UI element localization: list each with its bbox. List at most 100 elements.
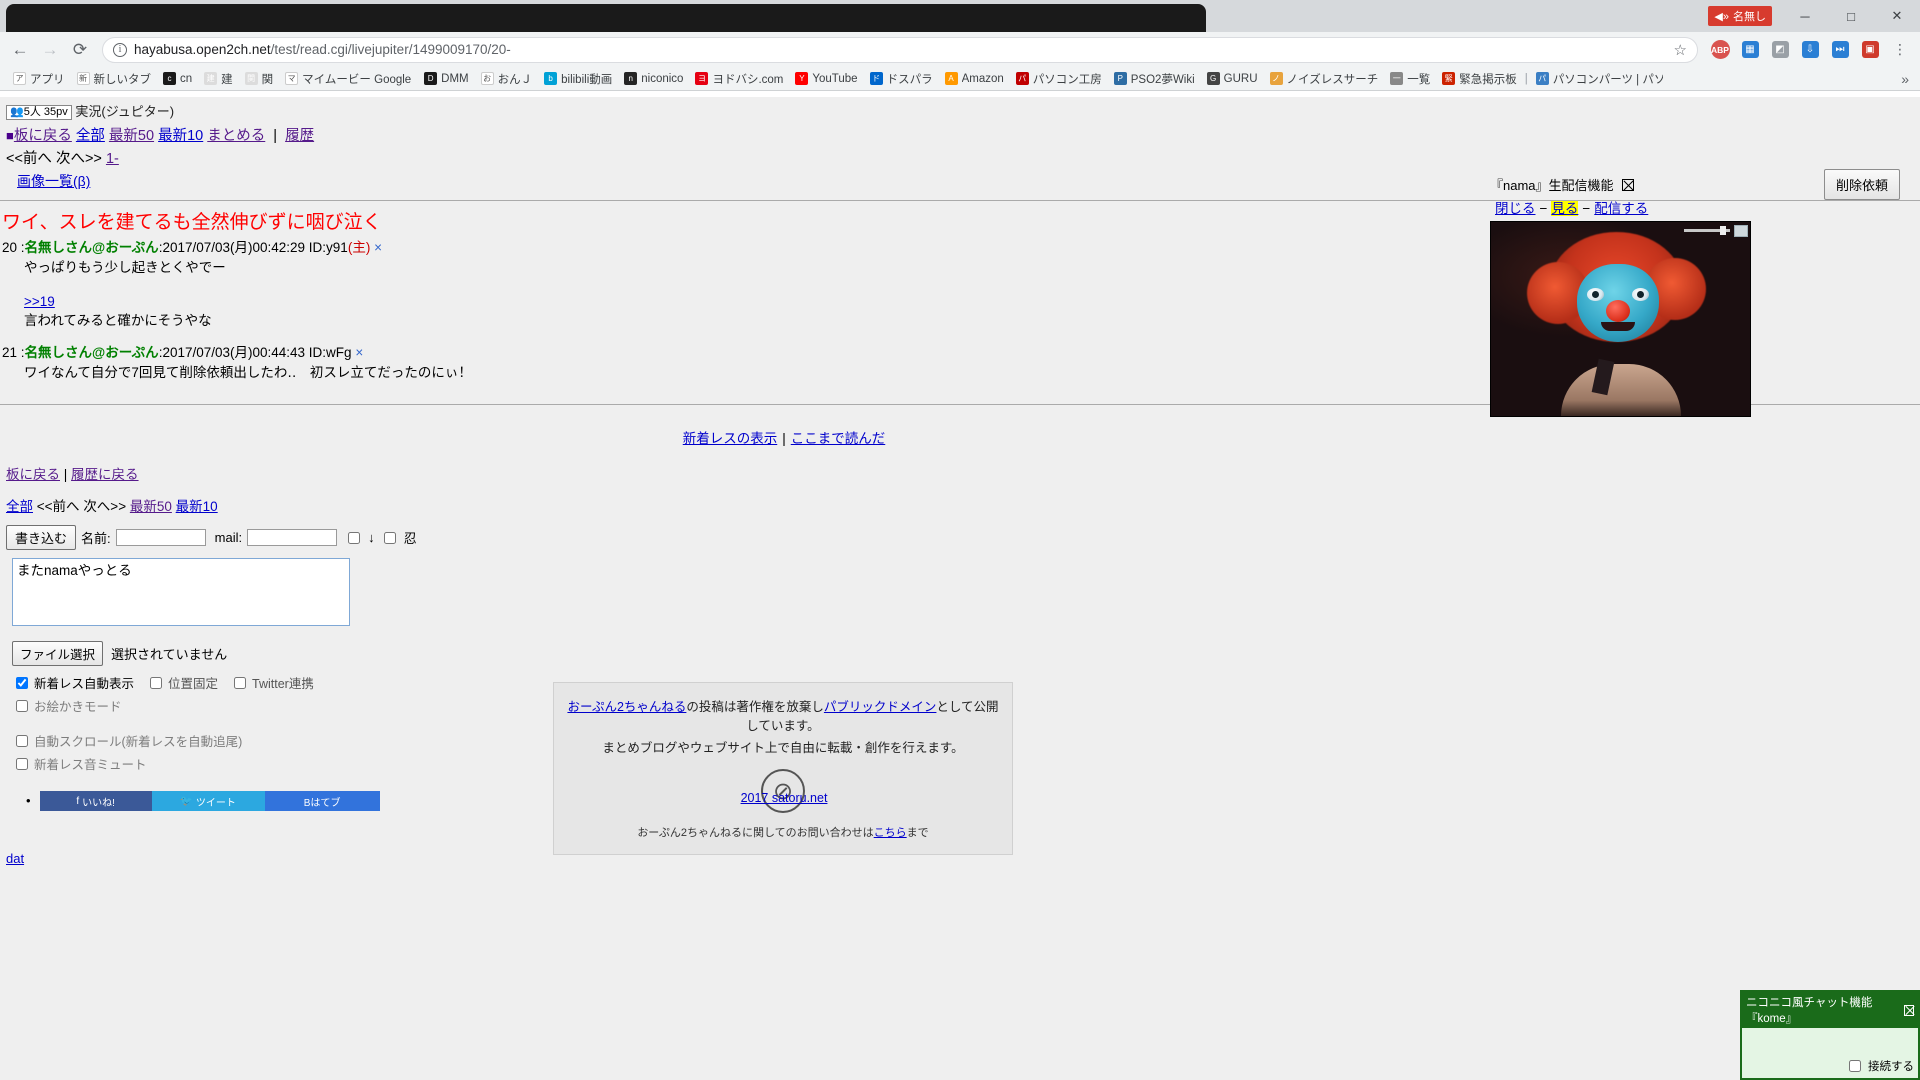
submit-post-button[interactable]: 書き込む bbox=[6, 525, 77, 551]
bookmark-item[interactable]: b bilibili動画 bbox=[538, 69, 618, 89]
minimize-button[interactable]: ─ bbox=[1782, 0, 1828, 32]
mute-checkbox[interactable] bbox=[16, 757, 28, 770]
close-window-button[interactable]: ✕ bbox=[1874, 0, 1920, 32]
bookmark-item[interactable]: A Amazon bbox=[939, 69, 1010, 89]
post-textarea[interactable] bbox=[12, 558, 350, 627]
guru-icon: G bbox=[1206, 72, 1220, 85]
bookmark-item[interactable]: 建建 bbox=[198, 69, 239, 89]
extension-forward-icon[interactable]: ⏭ bbox=[1826, 36, 1854, 64]
extension-blue-icon[interactable]: ▦ bbox=[1736, 36, 1764, 64]
bookmark-item[interactable]: アアプリ bbox=[7, 69, 71, 89]
delete-request-button[interactable]: 削除依頼 bbox=[1823, 169, 1900, 200]
close-box-icon[interactable] bbox=[1903, 1004, 1914, 1016]
nama-video-player[interactable] bbox=[1490, 221, 1751, 417]
link-history[interactable]: 履歴 bbox=[285, 128, 314, 144]
link-open2ch[interactable]: おーぷん2ちゃんねる bbox=[567, 700, 686, 714]
bookmark-item[interactable]: D DMM bbox=[418, 69, 474, 89]
bookmark-overflow-icon[interactable]: » bbox=[1897, 71, 1913, 87]
bookmark-item[interactable]: c cn bbox=[157, 69, 198, 89]
option-fix-position[interactable]: 位置固定 bbox=[146, 673, 218, 692]
draw-mode-label: お絵かきモード bbox=[34, 700, 122, 715]
back-icon[interactable]: ← bbox=[6, 36, 34, 64]
link-all-bottom[interactable]: 全部 bbox=[6, 499, 33, 514]
auto-show-checkbox[interactable] bbox=[16, 676, 28, 689]
link-show-new-posts[interactable]: 新着レスの表示 bbox=[683, 431, 778, 446]
nav-next[interactable]: 次へ>> bbox=[56, 151, 102, 167]
bookmark-item[interactable]: パパソコンパーツ | パソコン bbox=[1530, 69, 1669, 89]
bookmark-item[interactable]: 関関 bbox=[239, 69, 280, 89]
chrome-menu-icon[interactable]: ⋮ bbox=[1886, 36, 1914, 64]
bookmark-star-icon[interactable]: ☆ bbox=[1674, 41, 1687, 59]
bookmark-item[interactable]: 一一覧 bbox=[1384, 69, 1436, 89]
bottom-nav-row-1: 板に戻る | 履歴に戻る bbox=[0, 463, 1920, 483]
bookmark-item[interactable]: ノノイズレスサーチ bbox=[1264, 69, 1385, 89]
bookmark-item[interactable]: 新新しいタブ bbox=[71, 69, 158, 89]
abp-extension-icon[interactable]: ABP bbox=[1706, 36, 1734, 64]
nav-prev[interactable]: <<前へ bbox=[6, 151, 52, 167]
extension-badge[interactable]: ◀» 名無し bbox=[1708, 6, 1772, 26]
address-bar[interactable]: i hayabusa.open2ch.net/test/read.cgi/liv… bbox=[102, 36, 1698, 63]
bookmark-label: YouTube bbox=[812, 72, 858, 85]
volume-slider[interactable] bbox=[1684, 226, 1730, 235]
bookmark-item[interactable]: P PSO2夢Wiki bbox=[1108, 69, 1201, 89]
close-box-icon[interactable] bbox=[1622, 179, 1635, 191]
site-info-icon[interactable]: i bbox=[113, 42, 127, 57]
name-input[interactable] bbox=[115, 529, 206, 547]
nav-range[interactable]: 1- bbox=[106, 151, 119, 167]
link-satoru-net[interactable]: 2017 satoru.net bbox=[741, 791, 828, 805]
post-delete-icon[interactable]: × bbox=[355, 345, 363, 360]
extension-gray-icon[interactable]: ◩ bbox=[1766, 36, 1794, 64]
bookmark-item[interactable]: パパソコン工房 bbox=[1010, 69, 1108, 89]
nav-next-bottom[interactable]: 次へ>> bbox=[83, 499, 126, 514]
bookmark-item[interactable]: ヨヨドバシ.com bbox=[689, 69, 789, 89]
nama-link-close[interactable]: 閉じる bbox=[1495, 201, 1536, 216]
link-contact[interactable]: こちら bbox=[874, 827, 907, 839]
autoscroll-checkbox[interactable] bbox=[16, 734, 28, 747]
link-latest-10-bottom[interactable]: 最新10 bbox=[176, 499, 218, 514]
link-summarize[interactable]: まとめる bbox=[207, 128, 265, 144]
link-public-domain[interactable]: パブリックドメイン bbox=[824, 700, 937, 714]
clown-eye-right bbox=[1632, 288, 1649, 301]
option-auto-show[interactable]: 新着レス自動表示 bbox=[12, 673, 134, 692]
link-latest-50-bottom[interactable]: 最新50 bbox=[130, 499, 172, 514]
bookmark-label: 建 bbox=[221, 73, 233, 86]
link-back-to-board[interactable]: 板に戻る bbox=[14, 128, 72, 144]
nav-prev-bottom[interactable]: <<前へ bbox=[37, 499, 80, 514]
sage-checkbox[interactable] bbox=[348, 531, 361, 544]
mail-input[interactable] bbox=[247, 529, 338, 547]
link-latest-50[interactable]: 最新50 bbox=[109, 128, 154, 144]
bookmark-item[interactable]: n niconico bbox=[618, 69, 689, 89]
link-all[interactable]: 全部 bbox=[76, 128, 105, 144]
option-twitter-link[interactable]: Twitter連携 bbox=[230, 673, 314, 692]
twitter-link-checkbox[interactable] bbox=[234, 676, 247, 689]
reload-icon[interactable]: ⟳ bbox=[66, 36, 94, 64]
fix-position-checkbox[interactable] bbox=[150, 676, 163, 689]
down-arrow-icon: ↓ bbox=[368, 530, 375, 546]
post-delete-icon[interactable]: × bbox=[374, 240, 382, 255]
bookmark-item[interactable]: G GURU bbox=[1201, 69, 1264, 89]
file-select-button[interactable]: ファイル選択 bbox=[12, 641, 104, 667]
link-back-to-history[interactable]: 履歴に戻る bbox=[71, 467, 139, 482]
bookmark-item[interactable]: 緊緊急掲示板 bbox=[1436, 69, 1523, 89]
forward-icon[interactable]: → bbox=[36, 36, 64, 64]
nama-link-stream[interactable]: 配信する bbox=[1594, 201, 1648, 216]
bookmark-item[interactable]: Y YouTube bbox=[789, 69, 863, 89]
fullscreen-icon[interactable] bbox=[1734, 224, 1748, 237]
bookmark-item[interactable]: ママイムービー Google Pla bbox=[279, 69, 418, 89]
extension-download-icon[interactable]: ⇩ bbox=[1796, 36, 1824, 64]
link-back-to-board-bottom[interactable]: 板に戻る bbox=[6, 467, 60, 482]
draw-mode-checkbox[interactable] bbox=[16, 699, 28, 712]
shinobi-checkbox[interactable] bbox=[383, 531, 396, 544]
kome-connect-checkbox[interactable] bbox=[1849, 1060, 1861, 1072]
browser-tab-active[interactable] bbox=[6, 4, 1206, 32]
link-dat[interactable]: dat bbox=[6, 851, 24, 866]
bookmark-item[interactable]: おおんＪ bbox=[475, 69, 539, 89]
link-latest-10[interactable]: 最新10 bbox=[158, 128, 203, 144]
extension-red-icon[interactable]: ▣ bbox=[1856, 36, 1884, 64]
maximize-button[interactable]: □ bbox=[1828, 0, 1874, 32]
bookmark-item[interactable]: ドドスパラ bbox=[864, 69, 939, 89]
link-read-to-here[interactable]: ここまで読んだ bbox=[791, 431, 886, 446]
link-image-list[interactable]: 画像一覧(β) bbox=[17, 173, 90, 189]
nama-link-watch[interactable]: 見る bbox=[1551, 201, 1579, 216]
bookmark-label: ノイズレスサーチ bbox=[1286, 73, 1379, 86]
